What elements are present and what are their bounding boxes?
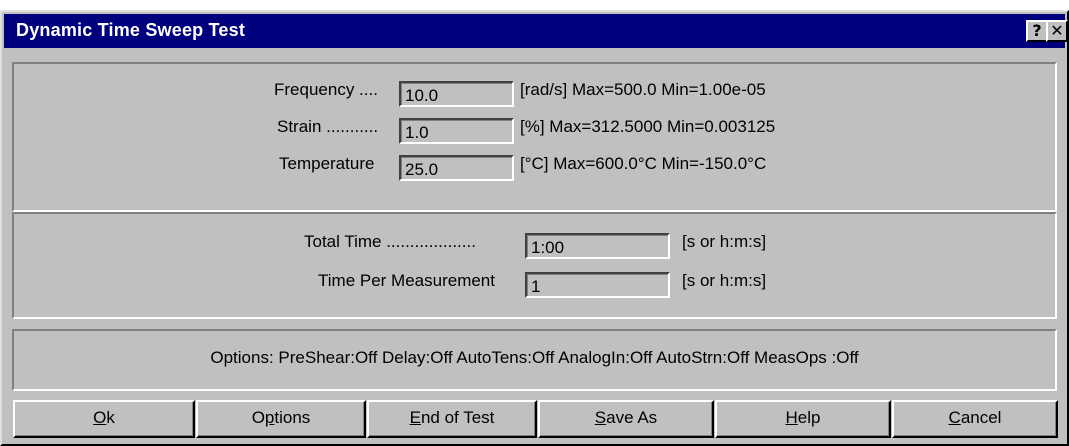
title-bar: Dynamic Time Sweep Test ? ✕ (4, 14, 1068, 48)
strain-input[interactable]: 1.0 (399, 118, 514, 144)
end-of-test-label: nd of Test (420, 408, 495, 427)
save-as-mnemonic: S (594, 408, 607, 427)
options-label-start: O (251, 408, 265, 427)
time-per-measurement-unit: [s or h:m:s] (682, 271, 767, 290)
frequency-range: [rad/s] Max=500.0 Min=1.00e-05 (520, 80, 766, 99)
options-summary: Options: PreShear:Off Delay:Off AutoTens… (210, 348, 859, 367)
total-time-input[interactable]: 1:00 (525, 233, 670, 259)
time-panel: Total Time ................... 1:00 [s o… (12, 212, 1057, 319)
close-icon[interactable]: ✕ (1046, 20, 1068, 42)
temperature-label: Temperature (279, 154, 375, 173)
temperature-range: [°C] Max=600.0°C Min=-150.0°C (520, 154, 767, 173)
ok-button[interactable]: Ok (13, 400, 195, 438)
cancel-mnemonic: C (948, 408, 961, 427)
ok-mnemonic: O (93, 408, 107, 427)
dynamic-time-sweep-dialog: Dynamic Time Sweep Test ? ✕ Frequency ..… (0, 10, 1069, 446)
end-of-test-button[interactable]: End of Test (367, 400, 537, 438)
total-time-unit: [s or h:m:s] (682, 232, 767, 251)
options-panel: Options: PreShear:Off Delay:Off AutoTens… (12, 329, 1057, 391)
temperature-input[interactable]: 25.0 (399, 155, 514, 181)
cancel-label: ancel (960, 408, 1002, 427)
end-of-test-mnemonic: E (409, 408, 421, 427)
options-mnemonic: p (264, 408, 275, 427)
save-as-label: ave As (606, 408, 658, 427)
cancel-button[interactable]: Cancel (892, 400, 1058, 438)
parameters-panel: Frequency .... 10.0 [rad/s] Max=500.0 Mi… (12, 62, 1057, 212)
ok-label: k (106, 408, 115, 427)
help-button[interactable]: Help (715, 400, 891, 438)
help-label: elp (797, 408, 821, 427)
strain-label: Strain ........... (277, 117, 379, 136)
time-per-measurement-label: Time Per Measurement (318, 271, 495, 290)
strain-range: [%] Max=312.5000 Min=0.003125 (520, 117, 776, 136)
save-as-button[interactable]: Save As (538, 400, 714, 438)
help-question-icon[interactable]: ? (1026, 20, 1048, 42)
dialog-title: Dynamic Time Sweep Test (16, 20, 246, 40)
frequency-label: Frequency .... (274, 80, 378, 99)
time-per-measurement-input[interactable]: 1 (525, 272, 670, 298)
frequency-input[interactable]: 10.0 (399, 81, 514, 107)
background-strip (0, 0, 1069, 10)
options-label: tions (274, 408, 311, 427)
options-button[interactable]: Options (196, 400, 366, 438)
total-time-label: Total Time ................... (304, 232, 476, 251)
help-mnemonic: H (785, 408, 798, 427)
